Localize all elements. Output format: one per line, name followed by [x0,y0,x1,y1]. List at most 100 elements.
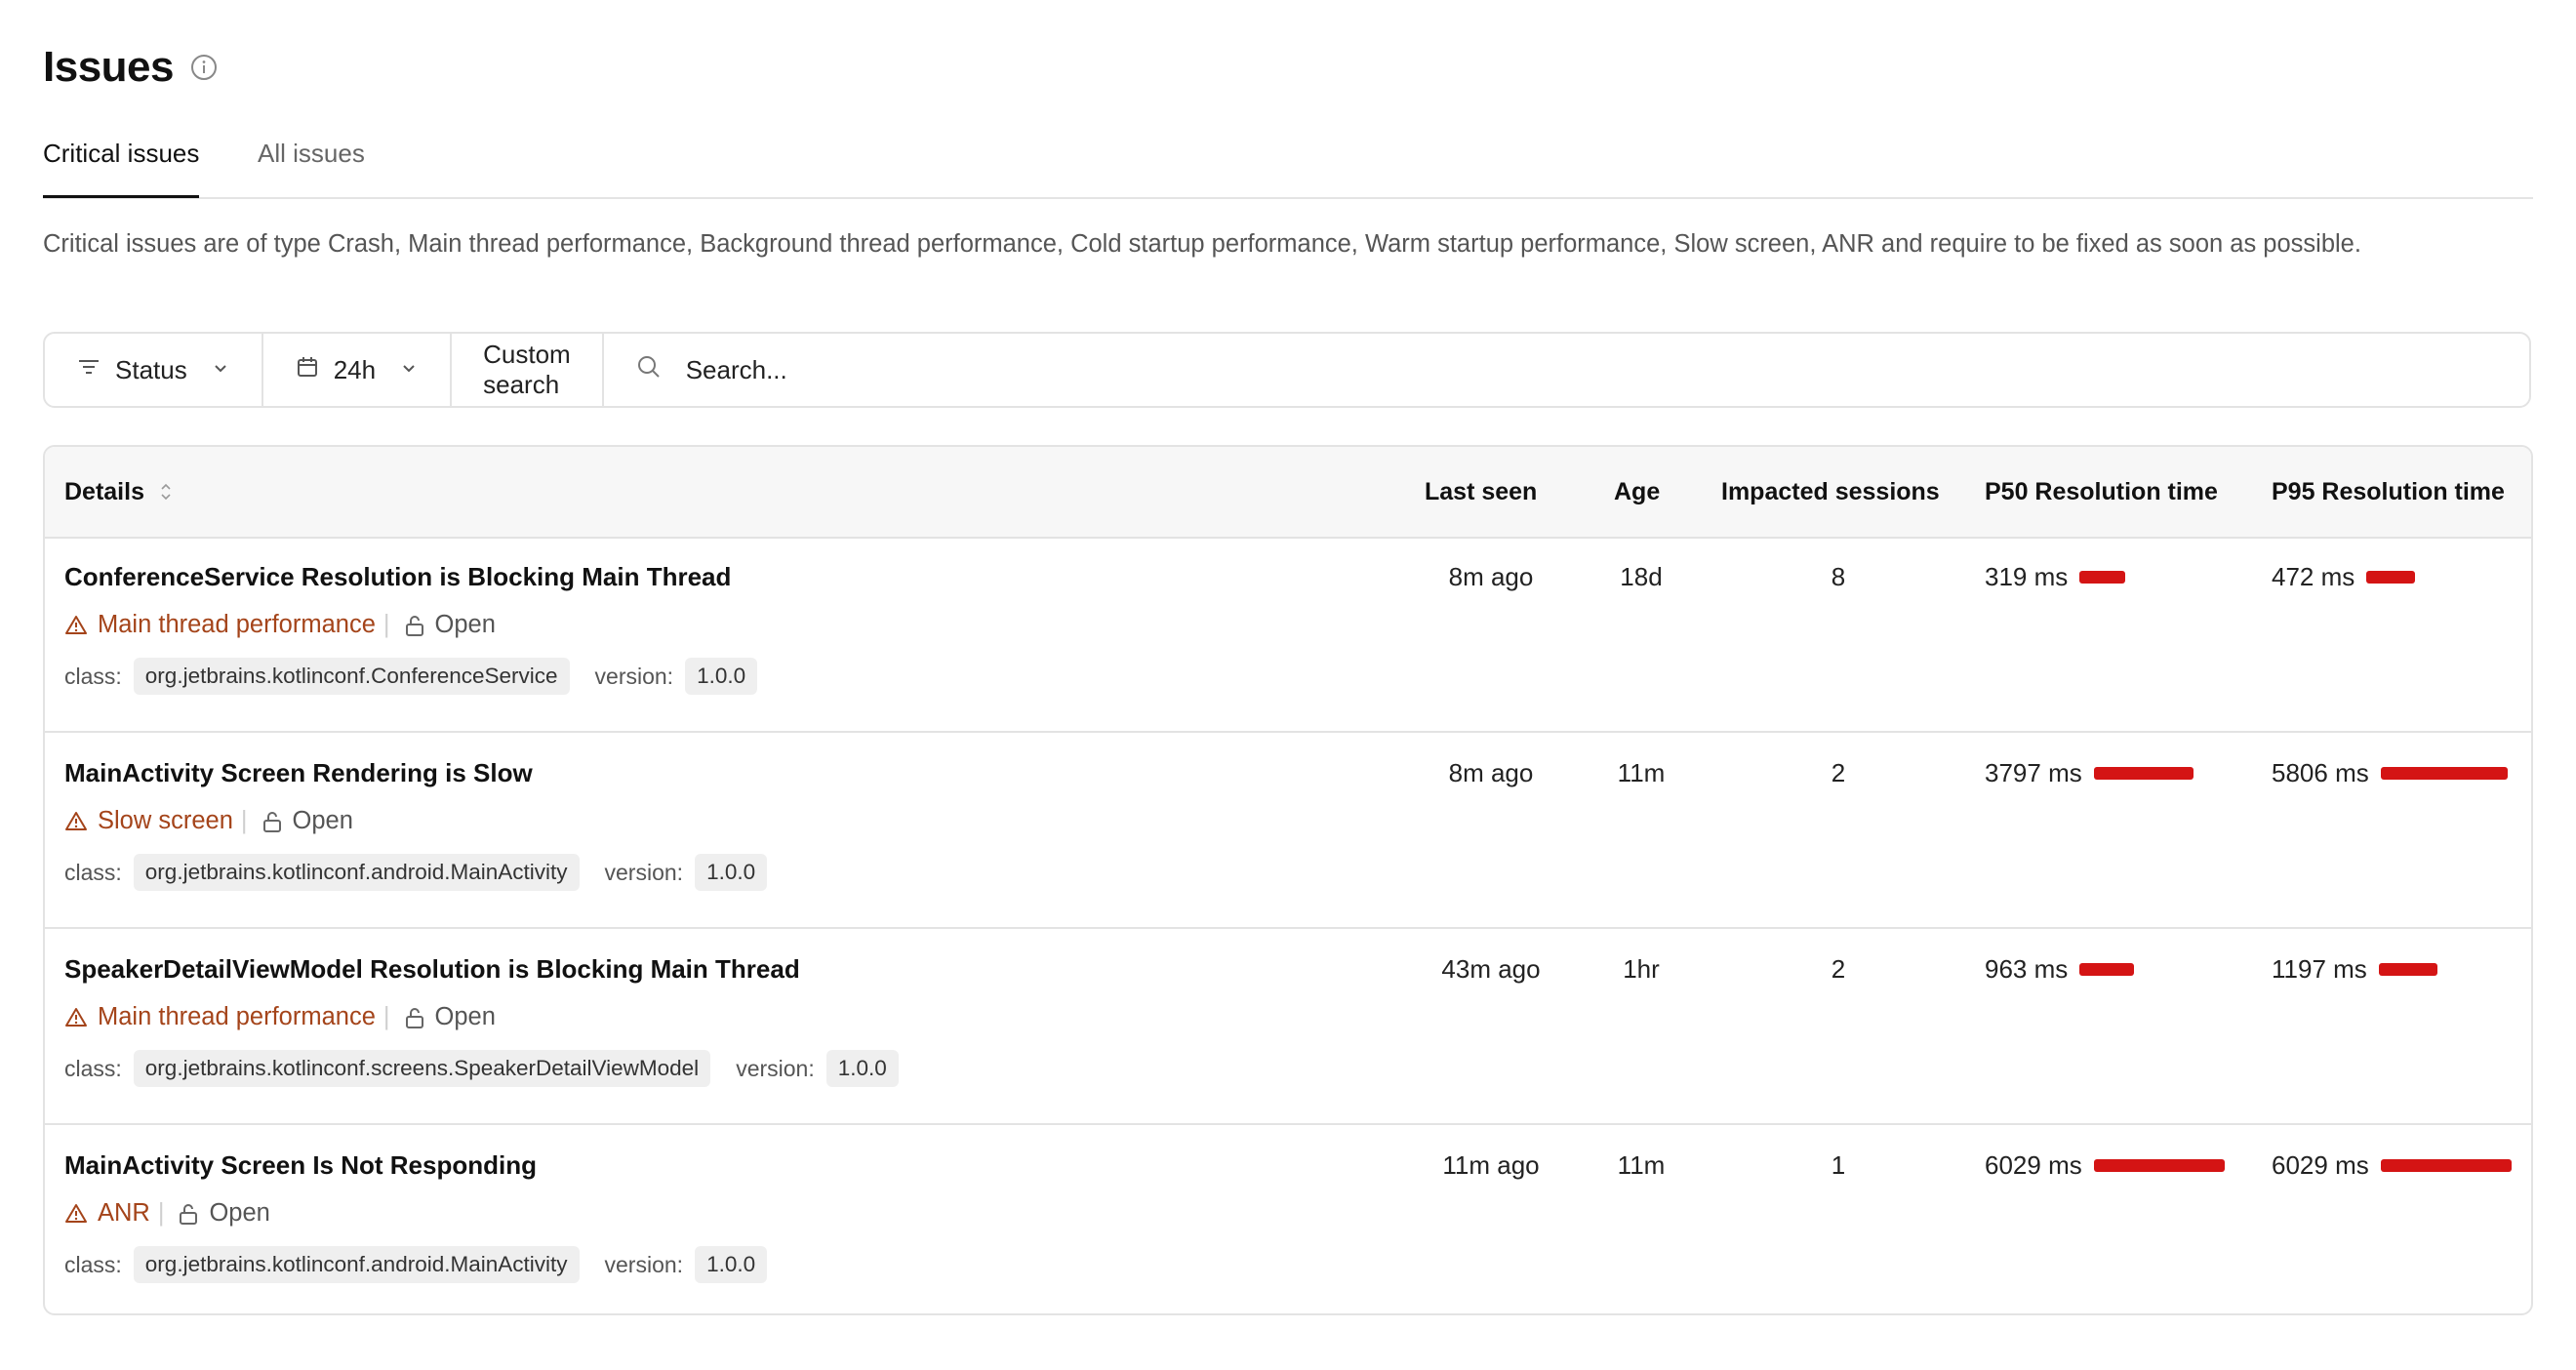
version-label: version: [604,859,684,885]
issue-meta: Main thread performance | Open [64,611,496,639]
version-chip: 1.0.0 [695,1246,768,1283]
search-field[interactable] [604,334,2573,406]
issue-status: Open [404,1003,496,1031]
issue-tags: class: org.jetbrains.kotlinconf.screens.S… [64,1050,899,1087]
filter-bar: Status 24h Custom search [43,332,2542,408]
issue-title[interactable]: ConferenceService Resolution is Blocking… [64,562,731,592]
issues-page: Issues Critical issues All issues Critic… [0,0,2576,1370]
class-chip: org.jetbrains.kotlinconf.ConferenceServi… [133,658,570,695]
column-header-details[interactable]: Details [64,447,174,537]
p50-value: 3797 ms [1985,758,2082,787]
p50-resolution: 319 ms [1985,562,2126,592]
p95-bar [2366,571,2416,584]
class-label: class: [64,663,122,689]
table-row[interactable]: MainActivity Screen Rendering is Slow Slo… [45,733,2531,929]
issues-table: Details Last seen Age Impacted sessions … [43,445,2533,1315]
version-label: version: [594,663,674,689]
p95-value: 472 ms [2272,562,2355,591]
age-value: 1hr [1623,954,1660,984]
page-header: Issues [43,43,219,92]
table-row[interactable]: ConferenceService Resolution is Blocking… [45,537,2531,733]
lock-open-icon [178,1202,199,1226]
version-chip: 1.0.0 [685,658,758,695]
issue-type-label: Main thread performance [98,611,376,638]
p95-resolution: 5806 ms [2272,758,2508,788]
issue-title[interactable]: SpeakerDetailViewModel Resolution is Blo… [64,954,800,985]
tab-all-issues[interactable]: All issues [258,139,365,195]
column-header-p95[interactable]: P95 Resolution time [2272,447,2505,537]
time-range-label: 24h [333,354,377,384]
p50-bar [2079,963,2135,976]
issue-tags: class: org.jetbrains.kotlinconf.Conferenc… [64,658,758,695]
issue-type: ANR [64,1199,150,1228]
issue-meta: ANR | Open [64,1199,270,1228]
meta-divider: | [382,611,390,638]
class-label: class: [64,859,122,885]
last-seen-value: 43m ago [1441,954,1541,984]
critical-issues-description: Critical issues are of type Crash, Main … [43,230,2361,258]
issue-status: Open [404,611,496,639]
last-seen-value: 11m ago [1442,1150,1540,1180]
column-header-impacted-sessions[interactable]: Impacted sessions [1721,447,1940,537]
issue-status-label: Open [434,611,496,638]
tab-critical-issues[interactable]: Critical issues [43,139,200,198]
issue-status: Open [178,1199,270,1228]
filter-lines-icon [76,354,101,386]
p95-bar [2378,963,2437,976]
impacted-sessions-value: 2 [1831,954,1846,984]
p95-value: 5806 ms [2272,758,2369,787]
status-filter[interactable]: Status [45,334,263,406]
p50-bar [2093,1159,2225,1172]
table-row[interactable]: SpeakerDetailViewModel Resolution is Blo… [45,929,2531,1125]
age-value: 11m [1617,758,1666,787]
p95-resolution: 1197 ms [2272,954,2437,985]
warning-triangle-icon [64,1202,88,1226]
version-chip: 1.0.0 [695,854,768,891]
issue-title[interactable]: MainActivity Screen Rendering is Slow [64,758,533,788]
column-header-last-seen[interactable]: Last seen [1425,447,1537,537]
impacted-sessions-value: 2 [1831,758,1846,787]
table-row[interactable]: MainActivity Screen Is Not Responding ANR… [45,1125,2531,1313]
issue-tags: class: org.jetbrains.kotlinconf.android.M… [64,854,768,891]
p50-value: 6029 ms [1985,1150,2082,1180]
search-input[interactable] [683,353,2542,386]
lock-open-icon [404,1006,425,1029]
class-label: class: [64,1251,122,1277]
issue-type-label: ANR [98,1199,150,1227]
issue-tabs: Critical issues All issues [43,133,2533,199]
class-label: class: [64,1055,122,1081]
page-title: Issues [43,43,174,91]
custom-search-button[interactable]: Custom search [452,334,604,406]
search-icon [635,353,663,387]
status-filter-label: Status [115,354,187,384]
version-label: version: [736,1055,815,1081]
lock-open-icon [404,614,425,637]
warning-triangle-icon [64,810,88,833]
issue-title[interactable]: MainActivity Screen Is Not Responding [64,1150,537,1181]
warning-triangle-icon [64,614,88,637]
issue-meta: Main thread performance | Open [64,1003,496,1031]
version-label: version: [604,1251,684,1277]
meta-divider: | [240,807,248,834]
lock-open-icon [262,810,283,833]
issue-status-label: Open [209,1199,270,1227]
p50-resolution: 963 ms [1985,954,2135,985]
column-header-p50[interactable]: P50 Resolution time [1985,447,2218,537]
meta-divider: | [382,1003,390,1030]
issue-status-label: Open [434,1003,496,1030]
p50-value: 319 ms [1985,562,2069,591]
time-range-filter[interactable]: 24h [263,334,453,406]
class-chip: org.jetbrains.kotlinconf.android.MainAct… [133,854,580,891]
version-chip: 1.0.0 [825,1050,899,1087]
warning-triangle-icon [64,1006,88,1029]
column-header-age[interactable]: Age [1614,447,1660,537]
table-header: Details Last seen Age Impacted sessions … [45,447,2531,539]
p95-value: 6029 ms [2272,1150,2369,1180]
p95-resolution: 472 ms [2272,562,2416,592]
meta-divider: | [157,1199,165,1227]
issue-tags: class: org.jetbrains.kotlinconf.android.M… [64,1246,768,1283]
p95-bar [2380,767,2508,780]
p50-value: 963 ms [1985,954,2069,984]
info-icon[interactable] [189,53,219,82]
issue-type: Slow screen [64,807,233,835]
